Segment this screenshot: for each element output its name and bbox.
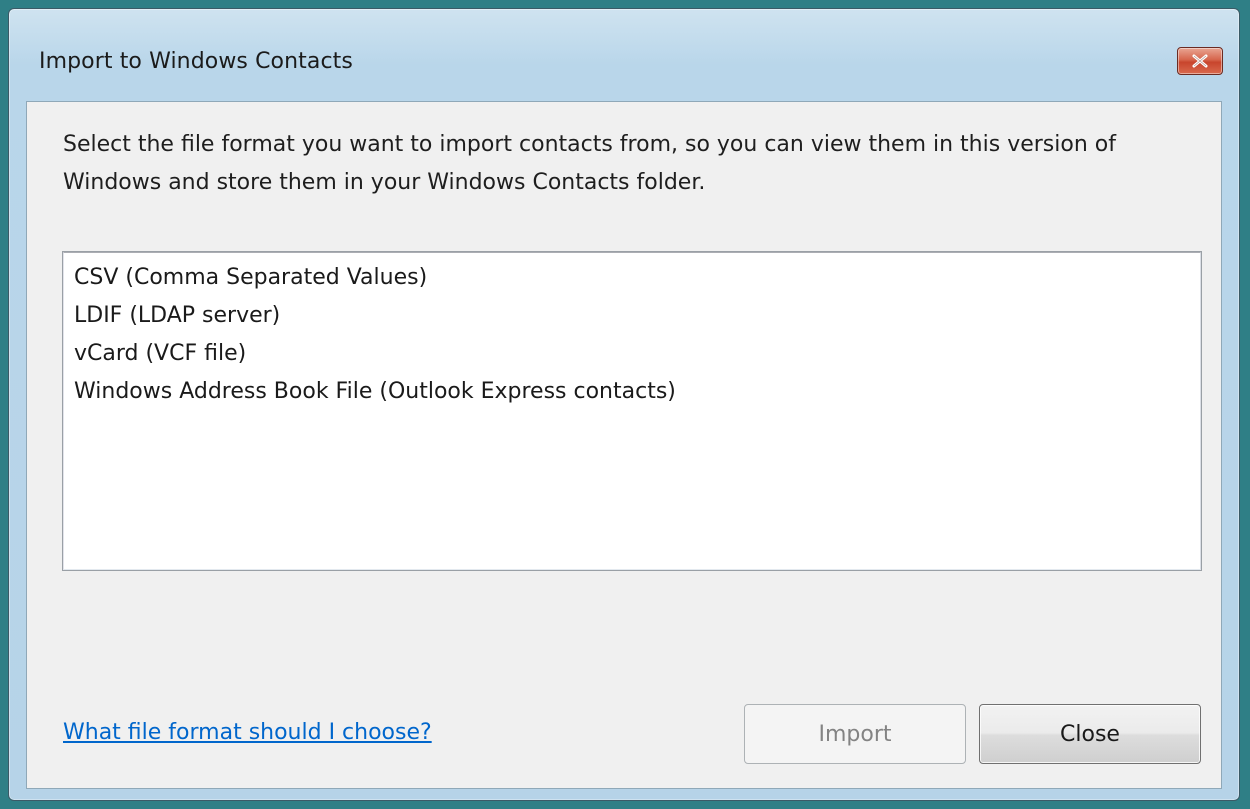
help-link[interactable]: What file format should I choose?: [63, 720, 432, 745]
format-listbox[interactable]: CSV (Comma Separated Values) LDIF (LDAP …: [62, 251, 1202, 571]
instruction-text: Select the file format you want to impor…: [63, 132, 1116, 195]
format-item-wab[interactable]: Windows Address Book File (Outlook Expre…: [72, 373, 1192, 411]
dialog-content: Select the file format you want to impor…: [26, 101, 1222, 789]
window-close-button[interactable]: [1177, 47, 1223, 75]
window-title: Import to Windows Contacts: [39, 49, 353, 74]
title-bar[interactable]: Import to Windows Contacts: [9, 9, 1239, 101]
format-item-ldif[interactable]: LDIF (LDAP server): [72, 297, 1192, 335]
format-item-csv[interactable]: CSV (Comma Separated Values): [72, 259, 1192, 297]
dialog-window: Import to Windows Contacts Select the fi…: [8, 8, 1240, 801]
import-button[interactable]: Import: [744, 704, 966, 764]
close-x-icon: [1192, 54, 1208, 68]
close-button[interactable]: Close: [979, 704, 1201, 764]
format-item-vcard[interactable]: vCard (VCF file): [72, 335, 1192, 373]
